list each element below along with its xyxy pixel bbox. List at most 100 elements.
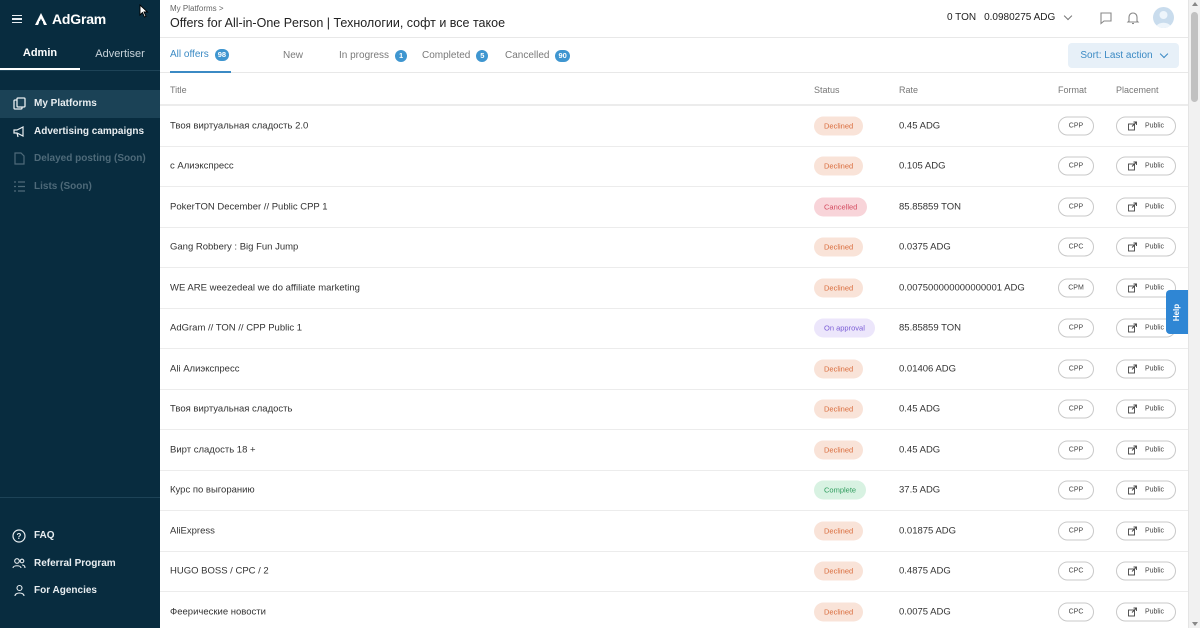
table-row[interactable]: с Алиэкспресс Declined 0.105 ADG CPP Public	[160, 147, 1188, 187]
format-badge[interactable]: CPP	[1058, 480, 1094, 500]
offer-tabs: All offers 98 New In progress 1 Complete…	[160, 38, 1188, 73]
sidebar-item-referral-program[interactable]: Referral Program	[0, 550, 160, 578]
offer-title[interactable]: с Алиэкспресс	[170, 161, 234, 172]
rate-value: 0.45 ADG	[899, 120, 941, 132]
chat-icon[interactable]	[1099, 11, 1113, 25]
column-rate[interactable]: Rate	[899, 85, 918, 95]
placement-button[interactable]: Public	[1116, 237, 1176, 257]
offer-title[interactable]: Твоя виртуальная сладость	[170, 404, 292, 415]
chevron-right-icon: >	[218, 4, 224, 13]
status-badge: Cancelled	[814, 197, 868, 217]
tab-all-offers[interactable]: All offers 98	[170, 38, 232, 73]
offer-title[interactable]: AliExpress	[170, 525, 215, 536]
offer-title[interactable]: WE ARE weezedeal we do affiliate marketi…	[170, 282, 360, 293]
sidebar-item-label: Delayed posting (Soon)	[34, 153, 146, 165]
placement-button[interactable]: Public	[1116, 359, 1176, 379]
sidebar-item-my-platforms[interactable]: My Platforms	[0, 90, 160, 118]
placement-button[interactable]: Public	[1116, 561, 1176, 581]
status-badge: Declined	[814, 561, 864, 581]
format-badge[interactable]: CPP	[1058, 399, 1094, 419]
tab-advertiser[interactable]: Advertiser	[80, 37, 160, 70]
table-row[interactable]: Gang Robbery : Big Fun Jump Declined 0.037…	[160, 228, 1188, 268]
tab-completed[interactable]: Completed 5	[422, 38, 489, 73]
offer-title[interactable]: Твоя виртуальная сладость 2.0	[170, 120, 308, 131]
tab-admin[interactable]: Admin	[0, 37, 80, 70]
format-cell: CPP	[1058, 318, 1094, 338]
table-row[interactable]: HUGO BOSS / CPC / 2 Declined 0.4875 ADG CPC…	[160, 552, 1188, 592]
column-status[interactable]: Status	[814, 85, 840, 95]
scroll-down-icon[interactable]	[1192, 622, 1198, 626]
placement-button[interactable]: Public	[1116, 480, 1176, 500]
format-cell: CPP	[1058, 521, 1094, 541]
table-row[interactable]: Курс по выгоранию Complete 37.5 ADG CPP Publ…	[160, 471, 1188, 511]
placement-button[interactable]: Public	[1116, 399, 1176, 419]
status-badge: Declined	[814, 440, 864, 460]
placement-label: Public	[1144, 122, 1165, 130]
format-badge[interactable]: CPP	[1058, 521, 1094, 541]
placement-label: Public	[1144, 486, 1165, 494]
wallet-balance[interactable]: 0 TON 0.0980275 ADG	[947, 11, 1073, 23]
breadcrumb-link[interactable]: My Platforms	[170, 4, 217, 13]
format-badge[interactable]: CPC	[1058, 561, 1094, 581]
table-row[interactable]: AdGram // TON // CPP Public 1 On approval…	[160, 309, 1188, 349]
table-row[interactable]: Вирт сладость 18 + Declined 0.45 ADG CPP Pub…	[160, 430, 1188, 471]
placement-button[interactable]: Public	[1116, 197, 1176, 217]
placement-button[interactable]: Public	[1116, 602, 1176, 622]
sidebar-item-for-agencies[interactable]: For Agencies	[0, 577, 160, 605]
rate-value: 0.0375 ADG	[899, 241, 951, 253]
offer-title[interactable]: AdGram // TON // CPP Public 1	[170, 323, 302, 334]
rate-value: 0.007500000000000001 ADG	[899, 282, 1025, 294]
format-badge[interactable]: CPP	[1058, 359, 1094, 379]
app-logo[interactable]: AdGram	[34, 11, 106, 27]
table-row[interactable]: Твоя виртуальная сладость 2.0 Declined 0.4…	[160, 106, 1188, 147]
tab-in-progress[interactable]: In progress 1	[339, 38, 408, 73]
placement-button[interactable]: Public	[1116, 521, 1176, 541]
placement-cell: Public	[1116, 399, 1176, 419]
column-format[interactable]: Format	[1058, 85, 1087, 95]
offer-title[interactable]: Gang Robbery : Big Fun Jump	[170, 242, 298, 253]
scroll-up-icon[interactable]	[1192, 2, 1198, 6]
rate-value: 85.85859 TON	[899, 322, 961, 334]
sidebar-item-faq[interactable]: ? FAQ	[0, 522, 160, 550]
format-badge[interactable]: CPP	[1058, 116, 1094, 136]
sort-dropdown[interactable]: Sort: Last action	[1068, 43, 1179, 68]
breadcrumb[interactable]: My Platforms >	[170, 4, 224, 13]
table-row[interactable]: PokerTON December // Public CPP 1 Cancell…	[160, 187, 1188, 228]
sidebar-item-advertising-campaigns[interactable]: Advertising campaigns	[0, 118, 160, 146]
placement-button[interactable]: Public	[1116, 116, 1176, 136]
format-badge[interactable]: CPP	[1058, 318, 1094, 338]
placement-button[interactable]: Public	[1116, 440, 1176, 460]
table-row[interactable]: WE ARE weezedeal we do affiliate marketi…	[160, 268, 1188, 309]
format-badge[interactable]: CPC	[1058, 237, 1094, 257]
format-badge[interactable]: CPC	[1058, 602, 1094, 622]
placement-button[interactable]: Public	[1116, 156, 1176, 176]
table-row[interactable]: Ali Алиэкспресс Declined 0.01406 ADG CPP Pub…	[160, 349, 1188, 390]
format-badge[interactable]: CPP	[1058, 156, 1094, 176]
placement-label: Public	[1144, 446, 1165, 454]
scroll-thumb[interactable]	[1191, 12, 1198, 102]
format-badge[interactable]: CPP	[1058, 440, 1094, 460]
format-badge[interactable]: CPM	[1058, 278, 1094, 298]
format-badge[interactable]: CPP	[1058, 197, 1094, 217]
document-icon	[12, 152, 26, 166]
tab-new[interactable]: New	[283, 38, 303, 73]
offer-title[interactable]: PokerTON December // Public CPP 1	[170, 201, 328, 212]
column-placement[interactable]: Placement	[1116, 85, 1159, 95]
menu-icon[interactable]	[12, 14, 22, 23]
help-button[interactable]: Help	[1166, 290, 1188, 334]
table-row[interactable]: Феерические новости Declined 0.0075 ADG CPC…	[160, 592, 1188, 628]
offer-title[interactable]: Курс по выгоранию	[170, 485, 255, 496]
offer-title[interactable]: Феерические новости	[170, 606, 266, 617]
column-title[interactable]: Title	[170, 85, 187, 95]
table-row[interactable]: AliExpress Declined 0.01875 ADG CPP Public	[160, 511, 1188, 552]
external-link-icon	[1128, 607, 1141, 617]
offer-title[interactable]: HUGO BOSS / CPC / 2	[170, 566, 269, 577]
avatar[interactable]	[1153, 7, 1174, 28]
bell-icon[interactable]	[1126, 11, 1140, 25]
offer-title[interactable]: Ali Алиэкспресс	[170, 363, 239, 374]
offer-title[interactable]: Вирт сладость 18 +	[170, 444, 256, 455]
rate-value: 0.01875 ADG	[899, 525, 957, 537]
scrollbar[interactable]	[1188, 0, 1200, 628]
table-row[interactable]: Твоя виртуальная сладость Declined 0.45 AD…	[160, 390, 1188, 430]
tab-cancelled[interactable]: Cancelled 90	[505, 38, 570, 73]
